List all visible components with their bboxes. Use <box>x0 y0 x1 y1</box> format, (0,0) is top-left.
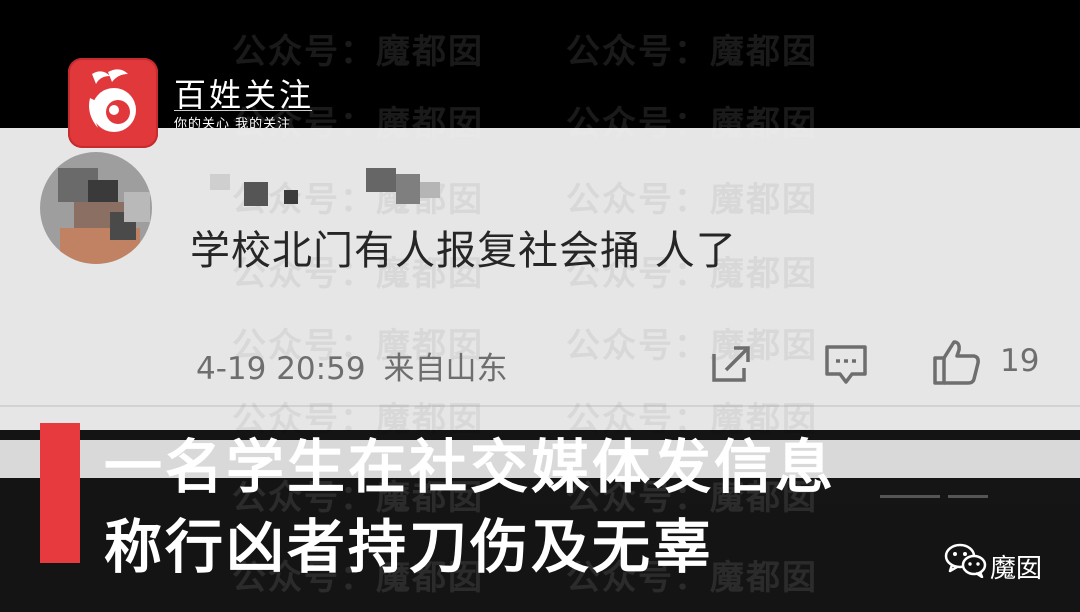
video-frame: 公众号：魔都囡 公众号：魔都囡 公众号：魔都囡 公众号：魔都囡 公众号：魔都囡 … <box>0 0 1080 612</box>
subtitle-accent-bar <box>40 423 80 563</box>
comment-icon[interactable] <box>824 344 868 386</box>
avatar[interactable] <box>40 152 152 264</box>
wechat-icon <box>944 543 987 578</box>
top-black-band <box>0 0 1080 128</box>
blurred-text <box>880 486 1020 500</box>
share-icon[interactable] <box>710 344 754 384</box>
brand-logo-icon <box>89 69 136 132</box>
post-timestamp: 4-19 20:59 <box>196 351 366 387</box>
brand-divider <box>174 110 312 111</box>
subtitle-line-1: 一名学生在社交媒体发信息 <box>104 433 837 501</box>
comment-card <box>0 128 1080 430</box>
brand-tagline: 你的关心 我的关注 <box>174 117 292 128</box>
card-divider <box>0 405 1080 407</box>
thumbs-up-icon[interactable] <box>932 338 982 386</box>
comment-text: 学校北门有人报复社会捅 人了 <box>190 228 737 274</box>
post-location: 来自山东 <box>383 351 508 387</box>
channel-name: 魔囡 <box>990 554 1043 584</box>
post-meta: 4-19 20:59 来自山东 <box>196 343 508 388</box>
subtitle-line-2: 称行凶者持刀伤及无辜 <box>104 513 715 581</box>
brand-logo <box>68 58 158 148</box>
like-count: 19 <box>1000 343 1040 379</box>
username-blurred[interactable] <box>200 168 460 208</box>
